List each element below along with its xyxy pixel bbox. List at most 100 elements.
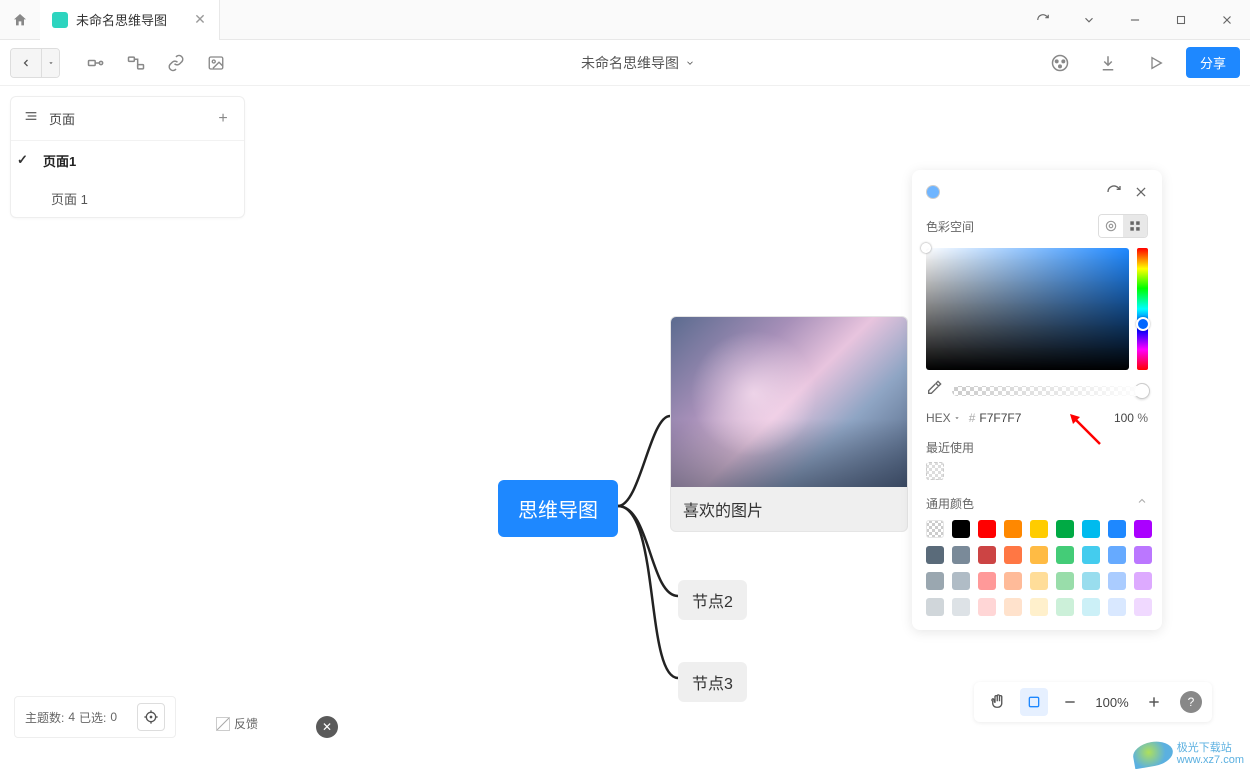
color-swatch[interactable]	[1082, 598, 1100, 616]
root-node[interactable]: 思维导图	[498, 480, 618, 537]
tab-close-button[interactable]: ✕	[193, 13, 207, 27]
color-swatch[interactable]	[1082, 572, 1100, 590]
color-swatch[interactable]	[952, 546, 970, 564]
dropdown-button[interactable]	[1066, 0, 1112, 40]
color-swatch[interactable]	[952, 598, 970, 616]
select-tool-button[interactable]	[1020, 688, 1048, 716]
node-image	[671, 317, 907, 487]
opacity-slider[interactable]	[952, 386, 1148, 396]
recent-colors-label: 最近使用	[926, 439, 1148, 456]
picker-mode-wheel[interactable]	[1099, 215, 1123, 237]
color-swatch[interactable]	[1108, 546, 1126, 564]
reset-color-button[interactable]	[1106, 184, 1122, 200]
color-swatch[interactable]	[1108, 598, 1126, 616]
share-button[interactable]: 分享	[1186, 47, 1240, 78]
subtopic-tool-button[interactable]	[118, 45, 154, 81]
colorspace-label: 色彩空间	[926, 218, 974, 235]
color-swatch[interactable]	[1134, 572, 1152, 590]
zoom-out-button[interactable]	[1056, 688, 1084, 716]
image-node[interactable]: 喜欢的图片	[670, 316, 908, 532]
broken-image-icon	[216, 717, 230, 731]
topics-label: 主题数:	[25, 709, 64, 726]
leaf-node-2[interactable]: 节点2	[678, 580, 747, 620]
image-tool-button[interactable]	[198, 45, 234, 81]
color-swatch[interactable]	[1134, 598, 1152, 616]
color-swatch[interactable]	[1134, 520, 1152, 538]
color-swatch[interactable]	[1134, 546, 1152, 564]
minimize-button[interactable]	[1112, 0, 1158, 40]
close-window-button[interactable]	[1204, 0, 1250, 40]
color-swatch[interactable]	[1004, 520, 1022, 538]
current-color-indicator	[926, 185, 940, 199]
zoom-value[interactable]: 100%	[1092, 695, 1132, 710]
color-swatch[interactable]	[978, 572, 996, 590]
color-swatch[interactable]	[1108, 572, 1126, 590]
color-swatch[interactable]	[1004, 572, 1022, 590]
colorspace-toggle	[1098, 214, 1148, 238]
theme-button[interactable]	[1042, 45, 1078, 81]
watermark-line1: 极光下载站	[1177, 742, 1244, 754]
zoom-controls: 100% ?	[974, 682, 1212, 722]
home-button[interactable]	[0, 0, 40, 40]
color-picker-panel: 色彩空间 HEX #F7F7F7 100 % 最近使用	[912, 170, 1162, 630]
opacity-cursor	[1134, 383, 1150, 399]
toolbar: 未命名思维导图 分享	[0, 40, 1250, 86]
history-dropdown-button[interactable]	[41, 49, 59, 77]
color-swatch[interactable]	[1030, 546, 1048, 564]
color-swatch[interactable]	[1082, 546, 1100, 564]
color-swatch[interactable]	[1056, 598, 1074, 616]
color-swatch[interactable]	[978, 598, 996, 616]
chevron-down-icon	[685, 58, 695, 68]
topic-tool-button[interactable]	[78, 45, 114, 81]
color-swatch[interactable]	[926, 572, 944, 590]
download-button[interactable]	[1090, 45, 1126, 81]
opacity-input[interactable]: 100 %	[1114, 411, 1148, 425]
color-swatch[interactable]	[1056, 572, 1074, 590]
color-swatch[interactable]	[978, 520, 996, 538]
hex-input[interactable]: #F7F7F7	[969, 411, 1106, 425]
color-swatch[interactable]	[952, 572, 970, 590]
back-button[interactable]	[11, 49, 41, 77]
swatch-transparent[interactable]	[926, 520, 944, 538]
leaf-node-3[interactable]: 节点3	[678, 662, 747, 702]
eyedropper-button[interactable]	[926, 380, 942, 401]
zoom-in-button[interactable]	[1140, 688, 1168, 716]
color-swatch[interactable]	[978, 546, 996, 564]
feedback-button[interactable]: 反馈	[210, 709, 264, 738]
document-tab[interactable]: 未命名思维导图 ✕	[40, 0, 220, 40]
color-swatch[interactable]	[1056, 520, 1074, 538]
collapse-common-button[interactable]	[1136, 494, 1148, 512]
color-swatch[interactable]	[1056, 546, 1074, 564]
maximize-button[interactable]	[1158, 0, 1204, 40]
close-picker-button[interactable]	[1134, 185, 1148, 199]
pan-tool-button[interactable]	[984, 688, 1012, 716]
color-swatch[interactable]	[1030, 572, 1048, 590]
link-tool-button[interactable]	[158, 45, 194, 81]
color-swatch[interactable]	[1030, 520, 1048, 538]
present-button[interactable]	[1138, 45, 1174, 81]
color-swatch[interactable]	[1030, 598, 1048, 616]
hex-format-select[interactable]: HEX	[926, 411, 961, 425]
refresh-button[interactable]	[1020, 0, 1066, 40]
color-swatch[interactable]	[1108, 520, 1126, 538]
color-swatch[interactable]	[1082, 520, 1100, 538]
color-swatch[interactable]	[926, 598, 944, 616]
document-title-text: 未命名思维导图	[581, 53, 679, 73]
document-title[interactable]: 未命名思维导图	[581, 53, 695, 73]
color-swatch[interactable]	[1004, 546, 1022, 564]
saturation-value-picker[interactable]	[926, 248, 1129, 370]
hue-slider[interactable]	[1137, 248, 1148, 370]
help-button[interactable]: ?	[1180, 691, 1202, 713]
app-icon	[52, 12, 68, 28]
main-area: 页面 + ✓ 页面1 页面 1 思维导图 喜欢的图片 节点2 节点3	[0, 86, 1250, 768]
titlebar: 未命名思维导图 ✕	[0, 0, 1250, 40]
color-swatch[interactable]	[952, 520, 970, 538]
picker-mode-grid[interactable]	[1123, 215, 1147, 237]
locate-button[interactable]	[137, 703, 165, 731]
color-swatch[interactable]	[1004, 598, 1022, 616]
hue-cursor	[1136, 317, 1150, 331]
clear-button[interactable]: ✕	[316, 716, 338, 738]
sv-cursor	[921, 243, 931, 253]
color-swatch[interactable]	[926, 546, 944, 564]
recent-swatch-empty[interactable]	[926, 462, 944, 480]
